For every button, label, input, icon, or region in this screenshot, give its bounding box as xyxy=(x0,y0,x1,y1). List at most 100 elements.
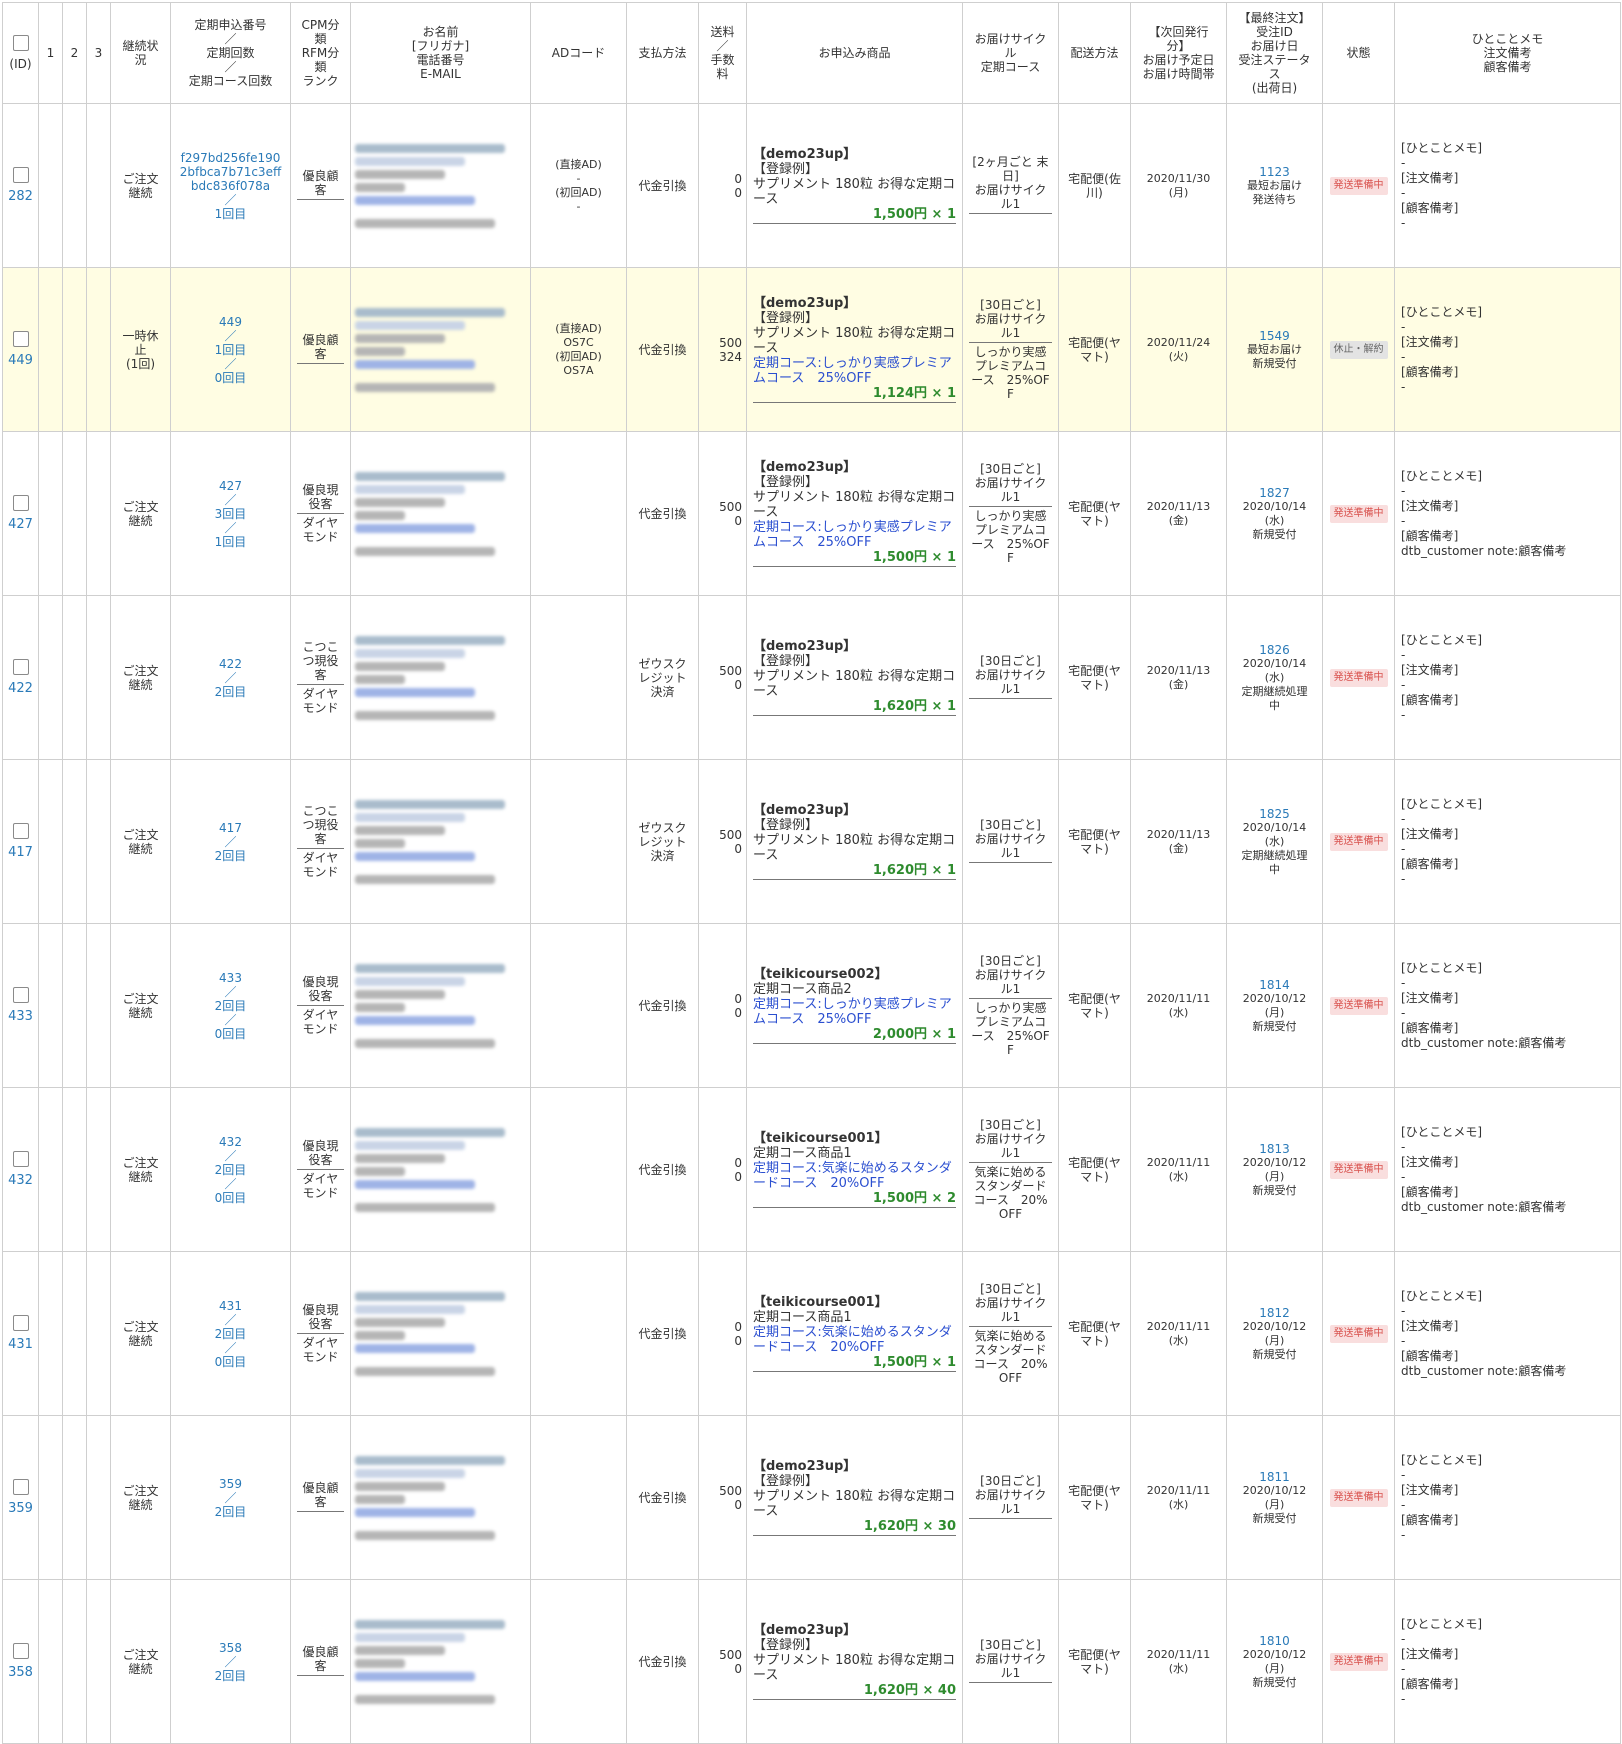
row-rfm-rank: ダイヤ モンド xyxy=(302,851,339,879)
cycle-divider xyxy=(969,998,1052,999)
table-row: 358 ご注文 継続 358 ／ 2回目 優良顧 客 代金引換 500 0 【d… xyxy=(2,1579,1621,1744)
product-course-link[interactable]: 定期コース:気楽に始めるスタンダ ードコース 20%OFF xyxy=(753,1325,956,1355)
row-payment: 代金引換 xyxy=(626,1579,699,1744)
blurred-name[interactable] xyxy=(355,1291,505,1301)
row-regular-no[interactable]: 359 ／ 2回目 xyxy=(170,1415,291,1580)
header-payment: 支払方法 xyxy=(626,2,699,104)
order-id-link[interactable]: 1826 xyxy=(1228,643,1322,657)
order-id-link[interactable]: 1814 xyxy=(1228,978,1322,992)
row-id-link[interactable]: 282 xyxy=(8,189,33,204)
select-all-checkbox[interactable] xyxy=(12,35,29,51)
blurred-name[interactable] xyxy=(355,1455,505,1465)
order-id-link[interactable]: 1123 xyxy=(1228,165,1322,179)
order-id-link[interactable]: 1825 xyxy=(1228,807,1322,821)
row-id-link[interactable]: 433 xyxy=(8,1009,33,1024)
order-info: 2020/10/12 (月) 新規受付 xyxy=(1242,1319,1307,1361)
row-id-link[interactable]: 359 xyxy=(8,1501,33,1516)
order-note-value: - xyxy=(1401,841,1406,856)
row-regular-no[interactable]: 417 ／ 2回目 xyxy=(170,759,291,924)
order-id-link[interactable]: 1811 xyxy=(1228,1470,1322,1484)
header-ad-code: ADコード xyxy=(530,2,627,104)
row-ad-code: (直接AD) OS7C (初回AD) OS7A xyxy=(530,267,627,432)
row-id-link[interactable]: 417 xyxy=(8,845,33,860)
blurred-name[interactable] xyxy=(355,307,505,317)
blurred-zip xyxy=(355,1166,405,1176)
row-cpm-divider xyxy=(297,1005,344,1006)
row-id-link[interactable]: 358 xyxy=(8,1665,33,1680)
row-checkbox[interactable] xyxy=(12,823,29,839)
blurred-name[interactable] xyxy=(355,963,505,973)
row-cpm-rank: こつこ つ現役 客 xyxy=(302,640,339,682)
row-cycle: [2ヶ月ごと 末 日] お届けサイク ル1 xyxy=(962,103,1059,268)
row-id-link[interactable]: 431 xyxy=(8,1337,33,1352)
row-status: ご注文 継続 xyxy=(110,1579,171,1744)
cycle-divider xyxy=(969,342,1052,343)
cycle-divider xyxy=(969,1682,1052,1683)
row-cpm-rank: 優良現 役客 xyxy=(302,975,339,1003)
row-fee: 500 0 xyxy=(698,431,747,596)
product-price: 1,500円 × 1 xyxy=(753,207,956,224)
row-checkbox[interactable] xyxy=(12,1151,29,1167)
row-id-link[interactable]: 422 xyxy=(8,681,33,696)
row-payment: 代金引換 xyxy=(626,923,699,1088)
row-cycle: [30日ごと] お届けサイク ル1 しっかり実感 プレミアムコ ース 25%OF … xyxy=(962,267,1059,432)
row-checkbox[interactable] xyxy=(12,1315,29,1331)
blurred-email xyxy=(355,1202,495,1212)
row-status: ご注文 継続 xyxy=(110,1087,171,1252)
row-checkbox[interactable] xyxy=(12,495,29,511)
row-regular-no[interactable]: 422 ／ 2回目 xyxy=(170,595,291,760)
order-id-link[interactable]: 1827 xyxy=(1228,486,1322,500)
order-id-link[interactable]: 1810 xyxy=(1228,1634,1322,1648)
row-next-delivery: 2020/11/24 (火) xyxy=(1130,267,1227,432)
row-checkbox[interactable] xyxy=(12,1643,29,1659)
row-status: ご注文 継続 xyxy=(110,1415,171,1580)
row-id-link[interactable]: 427 xyxy=(8,517,33,532)
row-customer-info xyxy=(350,1087,531,1252)
row-checkbox[interactable] xyxy=(12,331,29,347)
row-checkbox[interactable] xyxy=(12,659,29,675)
cycle-label: [30日ごと] お届けサイク ル1 xyxy=(974,1118,1047,1160)
row-col-3 xyxy=(86,1251,111,1416)
order-id-link[interactable]: 1813 xyxy=(1228,1142,1322,1156)
row-product: 【demo23up】 【登録例】 サプリメント 180粒 お得な定期コ ース 1… xyxy=(746,1415,963,1580)
header-col-1[interactable]: 1 xyxy=(38,2,63,104)
row-checkbox[interactable] xyxy=(12,167,29,183)
blurred-phone xyxy=(355,989,445,999)
row-state: 発送準備中 xyxy=(1322,595,1395,760)
blurred-name[interactable] xyxy=(355,1619,505,1629)
row-checkbox[interactable] xyxy=(12,1479,29,1495)
blurred-name[interactable] xyxy=(355,1127,505,1137)
row-memo: [ひとことメモ] - [注文備考] - [顧客備考] - xyxy=(1394,759,1621,924)
product-course-link[interactable]: 定期コース:しっかり実感プレミア ムコース 25%OFF xyxy=(753,997,956,1027)
row-regular-no[interactable]: 358 ／ 2回目 xyxy=(170,1579,291,1744)
cycle-divider xyxy=(969,506,1052,507)
header-select: (ID) xyxy=(2,2,39,104)
order-note-label: [注文備考] xyxy=(1401,1482,1459,1497)
product-course-link[interactable]: 定期コース:しっかり実感プレミア ムコース 25%OFF xyxy=(753,356,956,386)
row-regular-no[interactable]: 432 ／ 2回目 ／ 0回目 xyxy=(170,1087,291,1252)
product-course-link[interactable]: 定期コース:気楽に始めるスタンダ ードコース 20%OFF xyxy=(753,1161,956,1191)
product-course-link[interactable]: 定期コース:しっかり実感プレミア ムコース 25%OFF xyxy=(753,520,956,550)
blurred-name[interactable] xyxy=(355,799,505,809)
order-id-link[interactable]: 1812 xyxy=(1228,1306,1322,1320)
row-product: 【demo23up】 【登録例】 サプリメント 180粒 お得な定期コ ース 定… xyxy=(746,431,963,596)
blurred-name[interactable] xyxy=(355,635,505,645)
row-regular-no[interactable]: f297bd256fe190 2bfbca7b71c3eff bdc836f07… xyxy=(170,103,291,268)
row-regular-no[interactable]: 433 ／ 2回目 ／ 0回目 xyxy=(170,923,291,1088)
header-col-3[interactable]: 3 xyxy=(86,2,111,104)
row-regular-no[interactable]: 449 ／ 1回目 ／ 0回目 xyxy=(170,267,291,432)
blurred-name[interactable] xyxy=(355,471,505,481)
blurred-email xyxy=(355,1530,495,1540)
header-name: お名前 [フリガナ] 電話番号 E-MAIL xyxy=(350,2,531,104)
memo-label: [ひとことメモ] xyxy=(1401,960,1483,975)
row-select-cell: 449 xyxy=(2,267,39,432)
row-checkbox[interactable] xyxy=(12,987,29,1003)
order-id-link[interactable]: 1549 xyxy=(1228,329,1322,343)
blurred-name[interactable] xyxy=(355,143,505,153)
row-id-link[interactable]: 449 xyxy=(8,353,33,368)
row-id-link[interactable]: 432 xyxy=(8,1173,33,1188)
row-regular-no[interactable]: 427 ／ 3回目 ／ 1回目 xyxy=(170,431,291,596)
header-col-2[interactable]: 2 xyxy=(62,2,87,104)
row-regular-no[interactable]: 431 ／ 2回目 ／ 0回目 xyxy=(170,1251,291,1416)
row-customer-info xyxy=(350,923,531,1088)
